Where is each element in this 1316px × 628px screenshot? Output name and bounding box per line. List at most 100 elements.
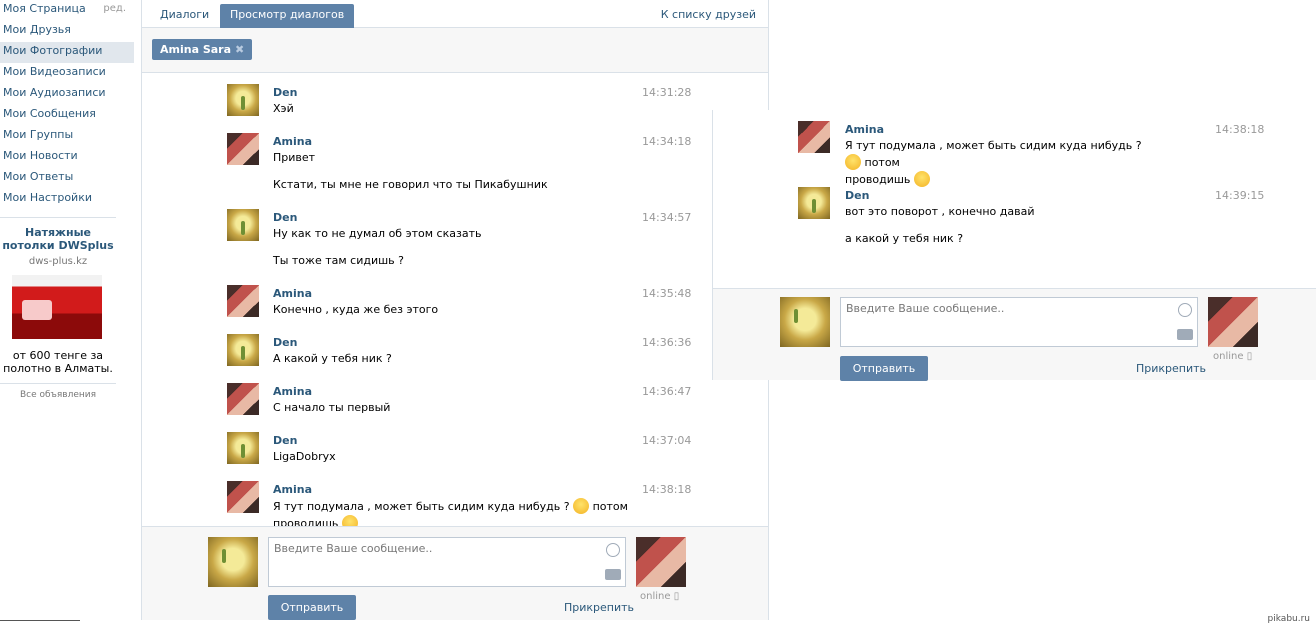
message-author[interactable]: Den [273, 336, 297, 349]
message-time: 14:39:15 [1215, 189, 1265, 202]
message: Amina 14:35:48 Конечно , куда же без это… [142, 285, 768, 325]
message-time: 14:36:36 [642, 336, 692, 349]
online-label: online [1213, 351, 1244, 362]
avatar-den[interactable] [227, 432, 259, 464]
message-text: а какой у тебя ник ? [845, 232, 964, 245]
edit-link[interactable]: ред. [103, 0, 126, 17]
tab-view-dialogs[interactable]: Просмотр диалогов [220, 4, 355, 28]
tab-dialogs[interactable]: Диалоги [150, 4, 219, 28]
composer: Введите Ваше сообщение.. online ▯ Отправ… [713, 288, 1316, 381]
message-author[interactable]: Den [273, 434, 297, 447]
message-author[interactable]: Amina [273, 135, 312, 148]
nav-item-messages[interactable]: Мои Сообщения [0, 105, 134, 126]
peer-bar: Amina Sara ✖ [142, 28, 768, 73]
avatar-amina[interactable] [227, 133, 259, 165]
online-label: online [640, 591, 671, 602]
avatar-den[interactable] [227, 334, 259, 366]
message-input[interactable]: Введите Ваше сообщение.. [840, 297, 1198, 347]
ad-block[interactable]: Натяжные потолки DWSplus dws-plus.kz от … [0, 217, 116, 400]
message-author[interactable]: Amina [273, 287, 312, 300]
kiss-emoji-icon [341, 515, 358, 526]
smile-icon[interactable] [606, 543, 620, 557]
avatar-amina[interactable] [798, 121, 830, 153]
message-text: Привет [273, 151, 316, 164]
message-time: 14:37:04 [642, 434, 692, 447]
message-text: А какой у тебя ник ? [273, 352, 392, 365]
message-input[interactable]: Введите Ваше сообщение.. [268, 537, 626, 587]
message-text-part: проводишь [845, 173, 911, 186]
self-avatar[interactable] [780, 297, 830, 347]
ad-image[interactable] [12, 275, 102, 339]
message-author[interactable]: Amina [273, 385, 312, 398]
message-text-part: проводишь [273, 517, 339, 526]
message: Amina 14:38:18 Я тут подумала , может бы… [713, 121, 1316, 187]
smile-emoji-icon [845, 154, 861, 170]
message-text: Хэй [273, 102, 294, 115]
message-time: 14:34:57 [642, 211, 692, 224]
message-text: LigaDobryx [273, 450, 336, 463]
message-text: Ты тоже там сидишь ? [273, 254, 404, 267]
avatar-den[interactable] [227, 84, 259, 116]
message: Den 14:31:28 Хэй [142, 84, 768, 124]
message-text: вот это поворот , конечно давай [845, 205, 1035, 218]
message-text: Я тут подумала , может быть сидим куда н… [273, 498, 633, 526]
nav-item-settings[interactable]: Мои Настройки [0, 189, 134, 210]
message-text: Конечно , куда же без этого [273, 303, 439, 316]
nav-item-friends[interactable]: Мои Друзья [0, 21, 134, 42]
message-time: 14:34:18 [642, 135, 692, 148]
nav-item-videos[interactable]: Мои Видеозаписи [0, 63, 134, 84]
smile-icon[interactable] [1178, 303, 1192, 317]
nav-item-news[interactable]: Мои Новости [0, 147, 134, 168]
camera-icon[interactable] [1177, 329, 1193, 340]
mobile-icon: ▯ [1246, 351, 1253, 362]
ad-title[interactable]: Натяжные потолки DWSplus [0, 226, 116, 252]
nav-item-label[interactable]: Моя Страница [3, 2, 86, 15]
send-button[interactable]: Отправить [840, 356, 928, 381]
nav-item-my-page[interactable]: Моя Страница ред. [0, 0, 134, 21]
nav-item-groups[interactable]: Мои Группы [0, 126, 134, 147]
avatar-den[interactable] [798, 187, 830, 219]
send-button[interactable]: Отправить [268, 595, 356, 620]
message-author[interactable]: Amina [845, 123, 884, 136]
peer-chip[interactable]: Amina Sara ✖ [152, 39, 253, 60]
message-text: С начало ты первый [273, 401, 391, 414]
avatar-amina[interactable] [227, 285, 259, 317]
self-avatar[interactable] [208, 537, 258, 587]
camera-icon[interactable] [605, 569, 621, 580]
message-author[interactable]: Den [273, 86, 297, 99]
message-text-part: Я тут подумала , может быть сидим куда н… [845, 139, 1142, 152]
ad-text: от 600 тенге за полотно в Алматы. [3, 349, 113, 375]
online-status: online ▯ [1213, 351, 1252, 362]
to-friends-link[interactable]: К списку друзей [661, 8, 756, 21]
avatar-amina[interactable] [227, 383, 259, 415]
message-input-placeholder: Введите Ваше сообщение.. [274, 542, 433, 555]
nav-item-audio[interactable]: Мои Аудиозаписи [0, 84, 134, 105]
message-author[interactable]: Den [273, 211, 297, 224]
nav-item-answers[interactable]: Мои Ответы [0, 168, 134, 189]
watermark: pikabu.ru [1267, 614, 1310, 624]
message-author[interactable]: Den [845, 189, 869, 202]
message-author[interactable]: Amina [273, 483, 312, 496]
peer-avatar[interactable] [636, 537, 686, 587]
attach-link[interactable]: Прикрепить [564, 601, 634, 614]
all-ads-link[interactable]: Все объявления [0, 383, 116, 400]
peer-avatar[interactable] [1208, 297, 1258, 347]
dialog-continuation-crop: Amina 14:38:18 Я тут подумала , может бы… [712, 110, 1316, 381]
message-text: Кстати, ты мне не говорил что ты Пикабуш… [273, 178, 548, 191]
message-time: 14:38:18 [642, 483, 692, 496]
nav-item-photos[interactable]: Мои Фотографии [0, 42, 134, 63]
message-text-part: потом [864, 156, 900, 169]
message-input-placeholder: Введите Ваше сообщение.. [846, 302, 1005, 315]
smile-emoji-icon [573, 498, 590, 514]
message-time: 14:38:18 [1215, 123, 1265, 136]
message-text: Я тут подумала , может быть сидим куда н… [845, 138, 1145, 188]
attach-link[interactable]: Прикрепить [1136, 362, 1206, 375]
taskbar-fragment [0, 620, 80, 628]
close-icon[interactable]: ✖ [235, 43, 244, 56]
tabs-bar: Диалоги Просмотр диалогов К списку друзе… [142, 0, 768, 28]
message: Den 14:36:36 А какой у тебя ник ? [142, 334, 768, 374]
avatar-den[interactable] [227, 209, 259, 241]
message-text-part: Я тут подумала , может быть сидим куда н… [273, 500, 570, 513]
avatar-amina[interactable] [227, 481, 259, 513]
message-text: Ну как то не думал об этом сказать [273, 227, 482, 240]
